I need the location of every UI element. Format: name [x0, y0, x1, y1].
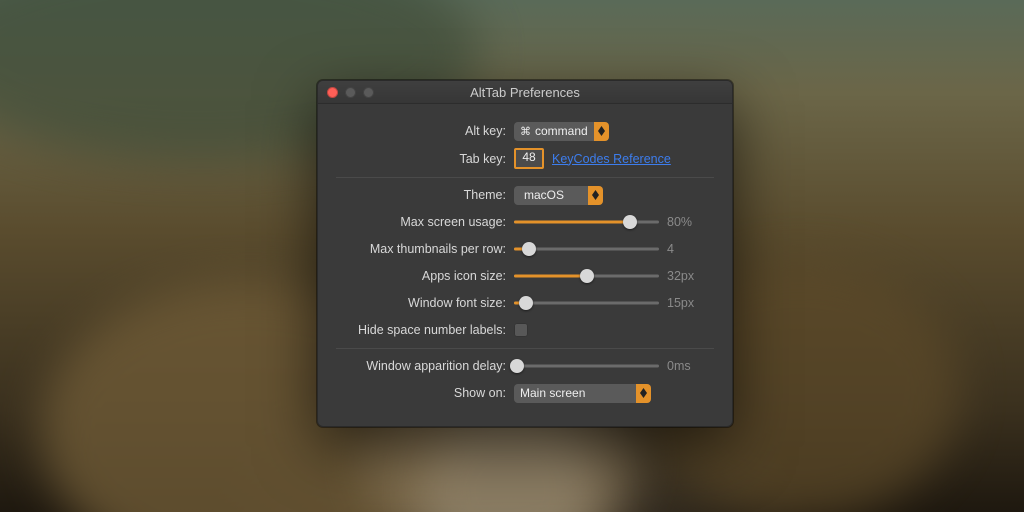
- window-font-size-value: 15px: [667, 296, 707, 310]
- apparition-delay-label: Window apparition delay:: [336, 359, 514, 373]
- max-thumbnails-slider[interactable]: [514, 241, 659, 257]
- divider: [336, 348, 714, 349]
- show-on-label: Show on:: [336, 386, 514, 400]
- close-icon[interactable]: [327, 87, 338, 98]
- desktop-background: AltTab Preferences Alt key: ⌘ command: [0, 0, 1024, 512]
- apps-icon-size-value: 32px: [667, 269, 707, 283]
- command-icon: ⌘: [520, 125, 531, 138]
- show-on-dropdown[interactable]: Main screen: [514, 384, 651, 403]
- window-title: AltTab Preferences: [318, 85, 732, 100]
- apparition-delay-value: 0ms: [667, 359, 707, 373]
- window-font-size-slider[interactable]: [514, 295, 659, 311]
- hide-space-labels-checkbox[interactable]: [514, 323, 528, 337]
- window-font-size-label: Window font size:: [336, 296, 514, 310]
- theme-label: Theme:: [336, 188, 514, 202]
- preferences-form: Alt key: ⌘ command T: [318, 104, 732, 426]
- max-screen-usage-slider[interactable]: [514, 214, 659, 230]
- show-on-value: Main screen: [520, 386, 585, 400]
- max-screen-usage-label: Max screen usage:: [336, 215, 514, 229]
- tab-key-input[interactable]: 48: [514, 148, 544, 169]
- max-thumbnails-value: 4: [667, 242, 707, 256]
- apparition-delay-slider[interactable]: [514, 358, 659, 374]
- chevron-up-down-icon: [594, 122, 609, 141]
- tab-key-label: Tab key:: [336, 152, 514, 166]
- window-titlebar[interactable]: AltTab Preferences: [318, 81, 732, 104]
- max-screen-usage-value: 80%: [667, 215, 707, 229]
- theme-dropdown[interactable]: macOS: [514, 186, 603, 205]
- max-thumbnails-label: Max thumbnails per row:: [336, 242, 514, 256]
- chevron-up-down-icon: [636, 384, 651, 403]
- zoom-icon[interactable]: [363, 87, 374, 98]
- chevron-up-down-icon: [588, 186, 603, 205]
- alt-key-label: Alt key:: [336, 124, 514, 138]
- hide-space-labels-label: Hide space number labels:: [336, 323, 514, 337]
- apps-icon-size-label: Apps icon size:: [336, 269, 514, 283]
- divider: [336, 177, 714, 178]
- keycodes-reference-link[interactable]: KeyCodes Reference: [552, 152, 671, 166]
- preferences-window: AltTab Preferences Alt key: ⌘ command: [317, 80, 733, 427]
- alt-key-dropdown[interactable]: ⌘ command: [514, 122, 609, 141]
- alt-key-value: command: [535, 124, 588, 138]
- apps-icon-size-slider[interactable]: [514, 268, 659, 284]
- theme-value: macOS: [524, 188, 564, 202]
- minimize-icon[interactable]: [345, 87, 356, 98]
